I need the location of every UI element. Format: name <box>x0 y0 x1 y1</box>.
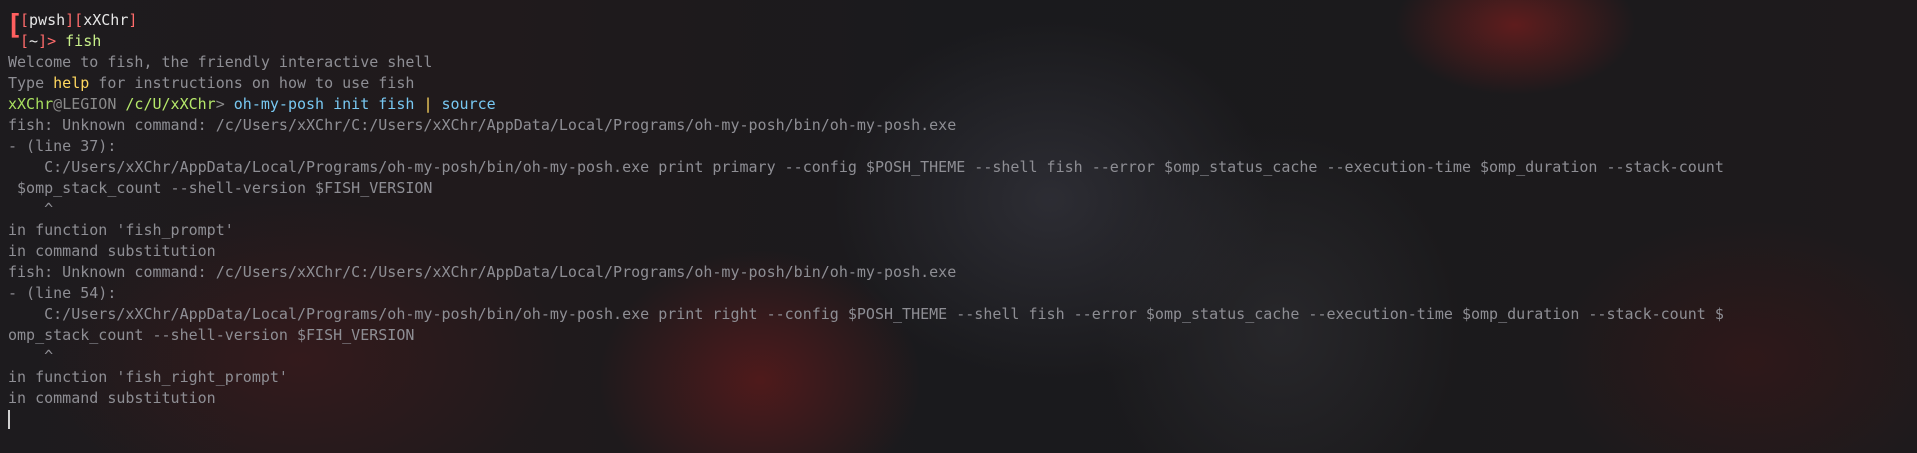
error-line: in function 'fish_prompt' <box>8 221 234 239</box>
error-line: in function 'fish_right_prompt' <box>8 368 288 386</box>
error-line: C:/Users/xXChr/AppData/Local/Programs/oh… <box>8 158 1724 176</box>
prompt-segment-shell: pwsh <box>29 11 66 29</box>
text-cursor <box>8 410 10 429</box>
command-oh-my-posh-init: oh-my-posh init fish <box>233 95 415 113</box>
pipe-symbol: | <box>423 95 433 113</box>
error-caret-line: ^ <box>8 347 54 365</box>
fish-prompt-host: LEGION <box>62 95 117 113</box>
prompt-dir: ~ <box>29 32 39 50</box>
error-line: in command substitution <box>8 389 216 407</box>
help-keyword: help <box>53 74 90 92</box>
welcome-line: Welcome to fish, the friendly interactiv… <box>8 53 433 71</box>
error-line: fish: Unknown command: /c/Users/xXChr/C:… <box>8 263 957 281</box>
error-line: in command substitution <box>8 242 216 260</box>
pwsh-prompt-line-1: [pwsh][xXChr] <box>20 11 138 29</box>
prompt-segment-user: xXChr <box>83 11 129 29</box>
fish-prompt-arrow: > <box>215 95 225 113</box>
error-line: - (line 37): <box>8 137 117 155</box>
input-line[interactable] <box>8 409 1913 430</box>
typed-command-fish: fish <box>65 32 102 50</box>
prompt-arrow: > <box>47 32 57 50</box>
terminal-output: [pwsh][xXChr] [~]> fish Welcome to fish,… <box>8 10 1913 430</box>
command-source: source <box>441 95 496 113</box>
fish-prompt-line: xXChr@LEGION /c/U/xXChr> oh-my-posh init… <box>8 95 496 113</box>
fish-prompt-cwd: /c/U/xXChr <box>125 95 216 113</box>
error-line: omp_stack_count --shell-version $FISH_VE… <box>8 326 415 344</box>
error-line: fish: Unknown command: /c/Users/xXChr/C:… <box>8 116 957 134</box>
terminal-window[interactable]: [ [pwsh][xXChr] [~]> fish Welcome to fis… <box>0 0 1917 453</box>
help-hint-line: Type help for instructions on how to use… <box>8 74 415 92</box>
error-line: C:/Users/xXChr/AppData/Local/Programs/oh… <box>8 305 1724 323</box>
pwsh-prompt-line-2: [~]> fish <box>20 32 102 50</box>
error-line: - (line 54): <box>8 284 117 302</box>
fish-prompt-user: xXChr <box>8 95 54 113</box>
error-line: $omp_stack_count --shell-version $FISH_V… <box>8 179 433 197</box>
error-caret-line: ^ <box>8 200 54 218</box>
